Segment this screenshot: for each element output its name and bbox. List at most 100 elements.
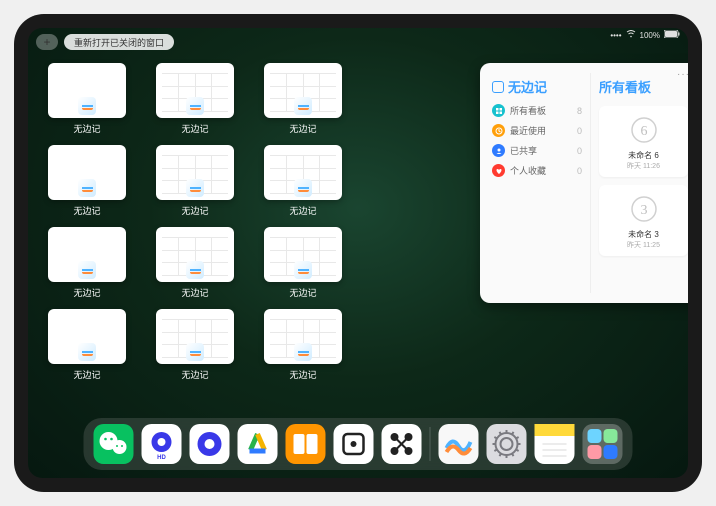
thumbnail-label: 无边记	[181, 204, 208, 217]
nav-item-grid[interactable]: 所有看板 8	[492, 104, 582, 117]
board-name: 未命名 3	[628, 229, 659, 240]
nav-label: 最近使用	[510, 124, 572, 137]
svg-text:6: 6	[640, 124, 647, 139]
thumbnail-preview	[156, 63, 234, 118]
thumbnail-label: 无边记	[73, 368, 100, 381]
thumbnail-label: 无边记	[73, 286, 100, 299]
dock-aliyun-icon[interactable]	[238, 424, 278, 464]
person-icon	[492, 144, 505, 157]
nav-item-person[interactable]: 已共享 0	[492, 144, 582, 157]
thumbnail-preview	[264, 63, 342, 118]
thumbnail-preview	[48, 63, 126, 118]
freeform-icon	[78, 97, 96, 115]
dock-notes-icon[interactable]	[535, 424, 575, 464]
dock-wechat-icon[interactable]	[94, 424, 134, 464]
board-card[interactable]: 3未命名 3昨天 11:25	[599, 185, 688, 256]
grid-icon	[492, 104, 505, 117]
nav-label: 个人收藏	[510, 164, 572, 177]
nav-item-heart[interactable]: 个人收藏 0	[492, 164, 582, 177]
status-bar: •••• 100%	[610, 30, 680, 40]
freeform-icon	[78, 343, 96, 361]
nav-label: 所有看板	[510, 104, 572, 117]
window-thumbnail[interactable]: 无边记	[264, 309, 342, 381]
thumbnail-label: 无边记	[73, 204, 100, 217]
window-thumbnail[interactable]: 无边记	[48, 63, 126, 135]
thumbnail-label: 无边记	[181, 286, 208, 299]
panel-title: 无边记	[508, 77, 547, 96]
freeform-icon	[186, 97, 204, 115]
freeform-icon	[186, 179, 204, 197]
window-thumbnail[interactable]: 无边记	[264, 227, 342, 299]
dock-quark-icon[interactable]	[190, 424, 230, 464]
thumbnail-label: 无边记	[289, 286, 316, 299]
nav-count: 8	[577, 106, 582, 116]
reopen-closed-window-button[interactable]: 重新打开已关闭的窗口	[64, 34, 174, 50]
content-area: 无边记无边记无边记无边记无边记无边记无边记无边记无边记无边记无边记无边记 ···…	[28, 58, 688, 418]
panel-sidebar: 无边记 所有看板 8 最近使用 0 已共享 0 个人收藏 0	[488, 73, 590, 293]
thumbnail-label: 无边记	[181, 122, 208, 135]
thumbnail-preview	[264, 227, 342, 282]
thumbnail-preview	[156, 309, 234, 364]
freeform-icon	[186, 343, 204, 361]
dock-dice-icon[interactable]	[334, 424, 374, 464]
dock-quark-hd-icon[interactable]: HD	[142, 424, 182, 464]
freeform-panel[interactable]: ··· 无边记 所有看板 8 最近使用 0 已共享 0 个人收藏 0 所有看板 6 未命名 6昨…	[480, 63, 688, 303]
screen: •••• 100% + 重新打开已关闭的窗口 无边记无边记无边记无边记无边记无边…	[28, 28, 688, 478]
window-thumbnail[interactable]: 无边记	[48, 227, 126, 299]
window-thumbnail[interactable]: 无边记	[264, 63, 342, 135]
thumbnail-preview	[156, 145, 234, 200]
thumbnail-label: 无边记	[289, 368, 316, 381]
window-thumbnail[interactable]: 无边记	[264, 145, 342, 217]
window-thumbnail[interactable]: 无边记	[156, 63, 234, 135]
board-card[interactable]: 6 未命名 6昨天 11:26	[599, 106, 688, 177]
thumbnail-label: 无边记	[289, 122, 316, 135]
thumbnail-preview	[48, 227, 126, 282]
dock-separator	[430, 427, 431, 461]
thumbnail-label: 无边记	[181, 368, 208, 381]
window-grid: 无边记无边记无边记无边记无边记无边记无边记无边记无边记无边记无边记无边记	[48, 63, 450, 418]
freeform-icon	[78, 179, 96, 197]
freeform-icon	[186, 261, 204, 279]
dock-settings-icon[interactable]	[487, 424, 527, 464]
board-name: 未命名 6	[628, 150, 659, 161]
board-date: 昨天 11:26	[627, 161, 660, 171]
dock: HD	[84, 418, 633, 470]
window-thumbnail[interactable]: 无边记	[48, 309, 126, 381]
heart-icon	[492, 164, 505, 177]
window-thumbnail[interactable]: 无边记	[156, 227, 234, 299]
thumbnail-label: 无边记	[73, 122, 100, 135]
more-icon[interactable]: ···	[677, 69, 688, 80]
svg-text:HD: HD	[157, 455, 166, 461]
window-thumbnail[interactable]: 无边记	[156, 309, 234, 381]
panel-right-title: 所有看板	[599, 77, 688, 96]
thumbnail-preview	[48, 309, 126, 364]
clock-icon	[492, 124, 505, 137]
svg-text:3: 3	[640, 203, 647, 218]
board-preview: 6	[626, 112, 662, 148]
thumbnail-preview	[264, 145, 342, 200]
window-thumbnail[interactable]: 无边记	[156, 145, 234, 217]
dock-freeform-icon[interactable]	[439, 424, 479, 464]
signal-icon: ••••	[610, 31, 621, 40]
nav-label: 已共享	[510, 144, 572, 157]
nav-item-clock[interactable]: 最近使用 0	[492, 124, 582, 137]
nav-count: 0	[577, 146, 582, 156]
window-thumbnail[interactable]: 无边记	[48, 145, 126, 217]
battery-text: 100%	[640, 31, 660, 40]
dock-books-icon[interactable]	[286, 424, 326, 464]
new-window-button[interactable]: +	[36, 34, 58, 50]
thumbnail-preview	[48, 145, 126, 200]
battery-icon	[664, 30, 680, 40]
nav-count: 0	[577, 166, 582, 176]
dock-widgets-icon[interactable]	[583, 424, 623, 464]
freeform-icon	[78, 261, 96, 279]
app-icon	[492, 81, 504, 93]
ipad-frame: •••• 100% + 重新打开已关闭的窗口 无边记无边记无边记无边记无边记无边…	[14, 14, 702, 492]
freeform-icon	[294, 261, 312, 279]
dock-nodes-icon[interactable]	[382, 424, 422, 464]
freeform-icon	[294, 97, 312, 115]
freeform-icon	[294, 179, 312, 197]
freeform-icon	[294, 343, 312, 361]
thumbnail-preview	[156, 227, 234, 282]
nav-count: 0	[577, 126, 582, 136]
